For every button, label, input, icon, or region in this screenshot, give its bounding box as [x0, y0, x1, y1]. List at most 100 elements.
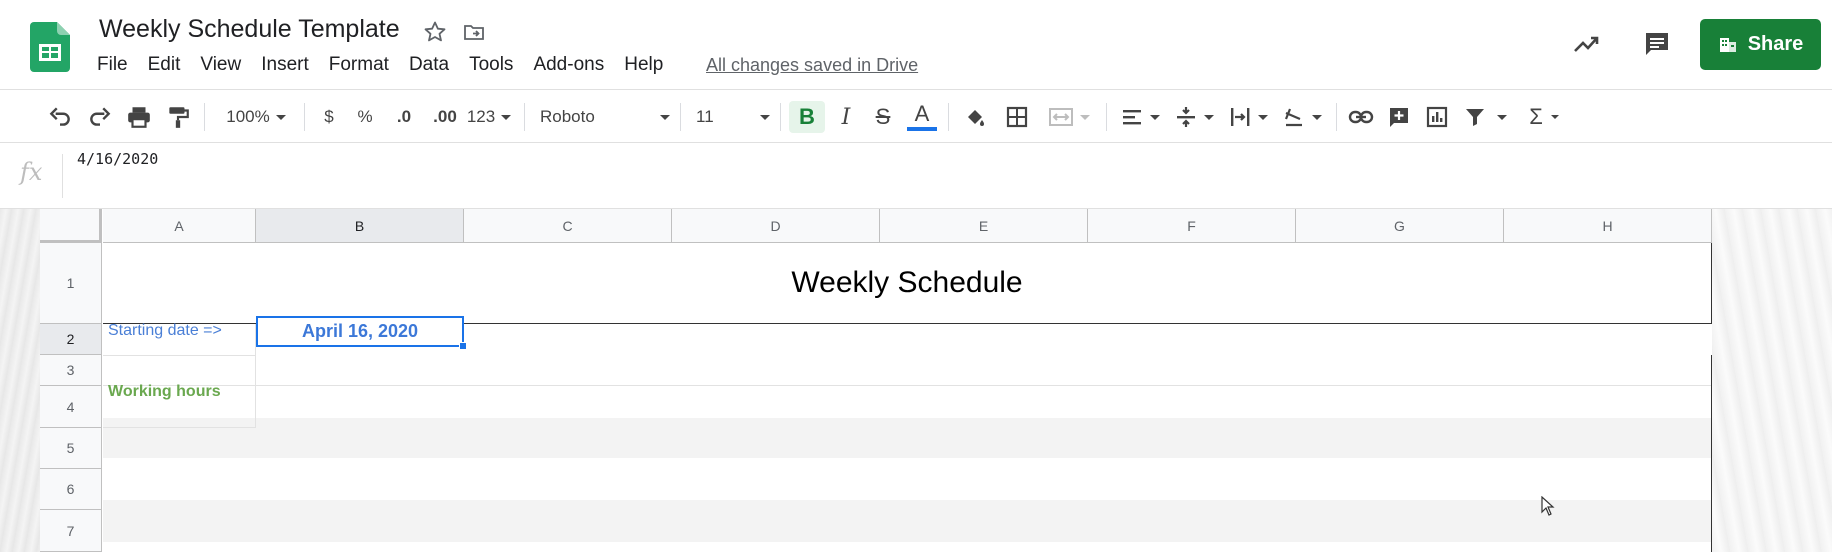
menu-bar: File Edit View Insert Format Data Tools …	[97, 54, 683, 76]
chevron-down-icon	[1204, 114, 1214, 120]
filter-icon[interactable]	[1460, 101, 1510, 133]
formula-input[interactable]: 4/16/2020	[77, 150, 158, 168]
chevron-down-icon	[501, 114, 512, 120]
chevron-down-icon	[1550, 115, 1559, 119]
row-header-4[interactable]: 4	[40, 386, 102, 428]
row-band-7	[103, 500, 1712, 542]
toolbar-divider	[780, 103, 781, 131]
italic-button[interactable]: I	[829, 101, 863, 133]
menu-file[interactable]: File	[97, 54, 128, 76]
comments-icon[interactable]	[1641, 28, 1673, 60]
column-header-c[interactable]: C	[464, 209, 672, 243]
more-formats-select[interactable]: 123	[464, 101, 514, 133]
chevron-down-icon	[760, 114, 770, 120]
title-bar: Weekly Schedule Template File Edit View …	[0, 0, 1832, 90]
decrease-decimal-button[interactable]: .0	[386, 101, 422, 133]
fill-handle[interactable]	[459, 342, 467, 350]
menu-data[interactable]: Data	[409, 54, 449, 76]
chevron-down-icon	[660, 114, 670, 120]
column-header-b[interactable]: B	[256, 209, 464, 243]
vertical-align-icon[interactable]	[1170, 101, 1218, 133]
menu-help[interactable]: Help	[624, 54, 663, 76]
bold-button[interactable]: B	[789, 101, 825, 133]
paint-format-icon[interactable]	[162, 101, 194, 133]
font-size-select[interactable]: 11	[696, 101, 770, 133]
increase-decimal-button[interactable]: .00	[426, 101, 464, 133]
borders-icon[interactable]	[1000, 101, 1034, 133]
text-color-bar	[907, 127, 937, 131]
print-icon[interactable]	[123, 101, 155, 133]
column-header-g[interactable]: G	[1296, 209, 1504, 243]
text-wrapping-icon[interactable]	[1224, 101, 1272, 133]
strikethrough-button[interactable]: S	[866, 101, 900, 133]
column-header-h[interactable]: H	[1504, 209, 1712, 243]
menu-insert[interactable]: Insert	[261, 54, 309, 76]
toolbar-divider	[948, 103, 949, 131]
insert-comment-icon[interactable]	[1382, 101, 1416, 133]
text-rotation-icon[interactable]	[1278, 101, 1326, 133]
start-date-cell[interactable]: April 16, 2020	[256, 316, 464, 347]
undo-icon[interactable]	[44, 101, 76, 133]
menu-view[interactable]: View	[200, 54, 241, 76]
merge-cells-icon[interactable]	[1042, 101, 1096, 133]
sheets-logo-icon[interactable]	[30, 22, 70, 72]
column-header-d[interactable]: D	[672, 209, 880, 243]
insert-link-icon[interactable]	[1344, 101, 1378, 133]
chevron-down-icon	[1080, 114, 1090, 120]
save-status-link[interactable]: All changes saved in Drive	[706, 55, 918, 76]
starting-date-label[interactable]: Starting date =>	[108, 322, 222, 340]
toolbar: 100% $ % .0 .00 123 Roboto 11 B I S A Σ	[0, 91, 1832, 143]
table-right-border	[1711, 355, 1712, 552]
formula-divider	[62, 154, 63, 198]
fx-label: fx	[20, 158, 43, 186]
column-header-f[interactable]: F	[1088, 209, 1296, 243]
toolbar-divider	[304, 103, 305, 131]
sheet-title-cell[interactable]: Weekly Schedule	[103, 243, 1712, 324]
menu-edit[interactable]: Edit	[148, 54, 181, 76]
document-title[interactable]: Weekly Schedule Template	[99, 15, 400, 44]
toolbar-divider	[1336, 103, 1337, 131]
text-color-button[interactable]: A	[904, 101, 940, 133]
chevron-down-icon	[275, 114, 286, 120]
share-label: Share	[1747, 33, 1804, 55]
row-header-6[interactable]: 6	[40, 469, 102, 510]
chevron-down-icon	[1150, 114, 1160, 120]
chevron-down-icon	[1497, 114, 1507, 120]
toolbar-divider	[1106, 103, 1107, 131]
zoom-select[interactable]: 100%	[218, 101, 294, 133]
move-to-folder-icon[interactable]	[460, 18, 488, 46]
column-header-e[interactable]: E	[880, 209, 1088, 243]
spreadsheet-grid: A B C D E F G H 1 2 3 4 5 6 7 Weekly Sch…	[0, 209, 1832, 552]
column-header-a[interactable]: A	[103, 209, 256, 243]
working-hours-label[interactable]: Working hours	[108, 383, 221, 401]
functions-button[interactable]: Σ	[1522, 101, 1566, 133]
row-header-7[interactable]: 7	[40, 510, 102, 552]
cell-gridline	[103, 427, 256, 428]
menu-format[interactable]: Format	[329, 54, 389, 76]
toolbar-divider	[680, 103, 681, 131]
row-header-2[interactable]: 2	[40, 324, 102, 355]
insert-chart-icon[interactable]	[1420, 101, 1454, 133]
font-family-select[interactable]: Roboto	[540, 101, 670, 133]
percent-format-button[interactable]: %	[352, 101, 378, 133]
menu-add-ons[interactable]: Add-ons	[533, 54, 604, 76]
menu-tools[interactable]: Tools	[469, 54, 513, 76]
activity-trend-icon[interactable]	[1571, 28, 1603, 60]
currency-format-button[interactable]: $	[316, 101, 342, 133]
share-button[interactable]: Share	[1700, 19, 1821, 70]
select-all-corner[interactable]	[40, 209, 102, 243]
chevron-down-icon	[1258, 114, 1268, 120]
fill-color-icon[interactable]	[958, 101, 992, 133]
row-header-3[interactable]: 3	[40, 355, 102, 386]
toolbar-divider	[524, 103, 525, 131]
share-building-icon	[1719, 37, 1736, 52]
row-header-5[interactable]: 5	[40, 428, 102, 469]
redo-icon[interactable]	[84, 101, 116, 133]
chevron-down-icon	[1312, 114, 1322, 120]
row-header-1[interactable]: 1	[40, 243, 102, 324]
star-icon[interactable]	[421, 18, 449, 46]
cell-gridline	[103, 385, 1712, 386]
cell-gridline	[103, 355, 256, 356]
horizontal-align-icon[interactable]	[1116, 101, 1164, 133]
left-gutter	[0, 209, 40, 552]
